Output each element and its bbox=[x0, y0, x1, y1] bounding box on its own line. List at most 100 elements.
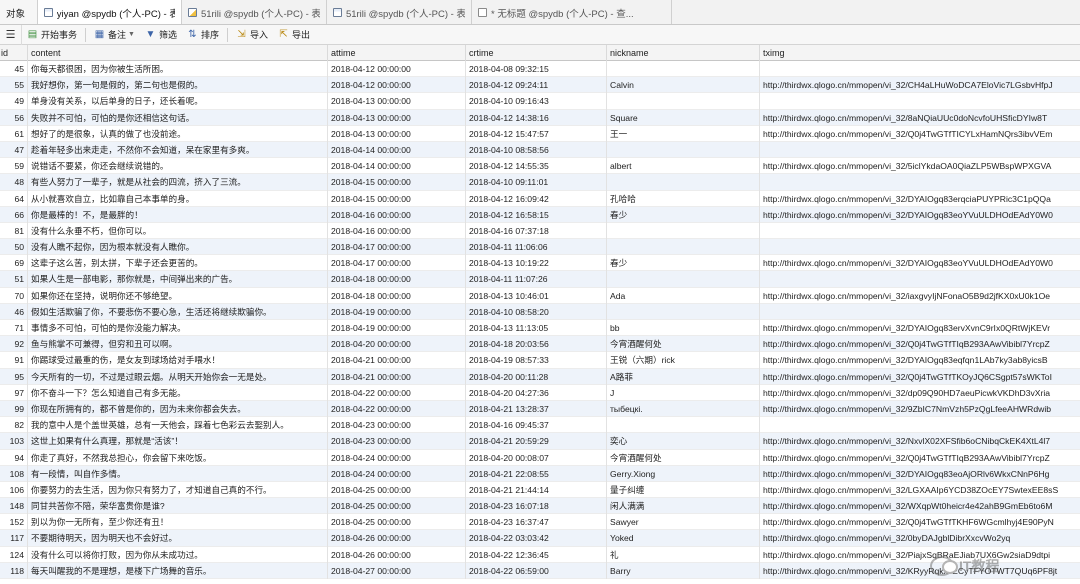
cell-crtime[interactable]: 2018-04-12 14:38:16 bbox=[466, 109, 607, 126]
cell-id[interactable]: 108 bbox=[0, 465, 28, 482]
cell-tximg[interactable]: http://thirdwx.qlogo.cn/mmopen/vi_32/DYA… bbox=[760, 191, 1080, 207]
cell-crtime[interactable]: 2018-04-11 11:06:06 bbox=[466, 239, 607, 256]
cell-id[interactable]: 47 bbox=[0, 141, 28, 159]
cell-id[interactable]: 70 bbox=[0, 287, 28, 304]
table-row[interactable]: 69 这辈子这么苦，别太拼，下辈子还会更苦的。 2018-04-17 00:00:0… bbox=[0, 255, 1080, 272]
cell-crtime[interactable]: 2018-04-23 16:07:18 bbox=[466, 498, 607, 515]
cell-tximg[interactable] bbox=[760, 304, 1080, 320]
cell-attime[interactable]: 2018-04-14 00:00:00 bbox=[328, 158, 466, 175]
cell-crtime[interactable]: 2018-04-20 00:08:07 bbox=[466, 449, 607, 466]
cell-crtime[interactable]: 2018-04-20 00:11:28 bbox=[466, 368, 607, 385]
cell-id[interactable]: 69 bbox=[0, 255, 28, 272]
cell-nickname[interactable] bbox=[607, 222, 760, 240]
table-row[interactable]: 64 从小就喜欢自立，比如靠自己本事单的身。 2018-04-15 00:00:00… bbox=[0, 190, 1080, 207]
cell-content[interactable]: 我的意中人是个盖世英雄，总有一天他会，踩着七色彩云去娶别人。 bbox=[28, 417, 328, 434]
table-row[interactable]: 99 你现在所拥有的，都不曾是你的，因为未来你都会失去。 2018-04-22 00… bbox=[0, 400, 1080, 418]
column-header-attime[interactable]: attime bbox=[328, 45, 466, 61]
table-row[interactable]: 66 你是最棒的！不，是最胖的！ 2018-04-16 00:00:00 2018-0… bbox=[0, 206, 1080, 223]
cell-attime[interactable]: 2018-04-16 00:00:00 bbox=[328, 206, 466, 223]
cell-nickname[interactable]: 王锐（六期）rick bbox=[607, 352, 760, 369]
cell-content[interactable]: 今天所有的一切，不过是过眼云烟。从明天开始你会一无是处。 bbox=[28, 368, 328, 385]
cell-content[interactable]: 这世上如果有什么真理，那就是“活该”！ bbox=[28, 433, 328, 450]
cell-id[interactable]: 117 bbox=[0, 530, 28, 547]
table-row[interactable]: 50 没有人瞧不起你，因为根本就没有人瞧你。 2018-04-17 00:00:00… bbox=[0, 239, 1080, 256]
cell-nickname[interactable] bbox=[607, 174, 760, 191]
cell-tximg[interactable] bbox=[760, 61, 1080, 77]
memo-button[interactable]: ▦ 备注 ▼ bbox=[89, 25, 140, 45]
cell-crtime[interactable]: 2018-04-21 20:59:29 bbox=[466, 433, 607, 450]
cell-attime[interactable]: 2018-04-13 00:00:00 bbox=[328, 93, 466, 110]
cell-nickname[interactable] bbox=[607, 417, 760, 434]
cell-tximg[interactable] bbox=[760, 142, 1080, 158]
cell-crtime[interactable]: 2018-04-21 22:08:55 bbox=[466, 465, 607, 482]
cell-attime[interactable]: 2018-04-25 00:00:00 bbox=[328, 514, 466, 531]
table-row[interactable]: 117 不要期待明天，因为明天也不会好过。 2018-04-26 00:00:00 2… bbox=[0, 530, 1080, 547]
cell-crtime[interactable]: 2018-04-12 15:47:57 bbox=[466, 125, 607, 142]
cell-crtime[interactable]: 2018-04-13 10:19:22 bbox=[466, 255, 607, 272]
cell-tximg[interactable]: http://thirdwx.qlogo.cn/mmopen/vi_32/Q0j… bbox=[760, 126, 1080, 142]
cell-attime[interactable]: 2018-04-13 00:00:00 bbox=[328, 109, 466, 126]
cell-tximg[interactable]: http://thirdwx.qlogo.cn/mmopen/vi_32/KRy… bbox=[760, 563, 1080, 579]
cell-id[interactable]: 66 bbox=[0, 206, 28, 223]
cell-tximg[interactable]: http://thirdwx.qlogo.cn/mmopen/vi_32/LGX… bbox=[760, 482, 1080, 498]
cell-nickname[interactable]: 奕心 bbox=[607, 433, 760, 450]
cell-content[interactable]: 没有什么可以将你打败，因为你从未成功过。 bbox=[28, 546, 328, 563]
cell-id[interactable]: 45 bbox=[0, 61, 28, 78]
cell-nickname[interactable] bbox=[607, 271, 760, 288]
tab-3[interactable]: 51rili @spydb (个人-PC) - 表 bbox=[327, 0, 472, 24]
table-row[interactable]: 124 没有什么可以将你打败，因为你从未成功过。 2018-04-26 00:00:… bbox=[0, 546, 1080, 563]
tab-objects[interactable]: 对象 bbox=[0, 0, 38, 24]
cell-id[interactable]: 148 bbox=[0, 498, 28, 515]
table-row[interactable]: 55 我好想你，第一句是假的，第二句也是假的。 2018-04-12 00:00:0… bbox=[0, 77, 1080, 94]
cell-tximg[interactable]: http://thirdwx.qlogo.cn/mmopen/vi_32/DYA… bbox=[760, 466, 1080, 482]
cell-tximg[interactable]: http://thirdwx.qlogo.cn/mmopen/vi_32/9Zb… bbox=[760, 401, 1080, 417]
cell-tximg[interactable]: http://thirdwx.qlogo.cn/mmopen/vi_32/dp0… bbox=[760, 385, 1080, 401]
cell-nickname[interactable]: J bbox=[607, 384, 760, 401]
cell-attime[interactable]: 2018-04-21 00:00:00 bbox=[328, 352, 466, 369]
cell-content[interactable]: 如果人生是一部电影，那你就是，中间弹出来的广告。 bbox=[28, 271, 328, 288]
cell-nickname[interactable]: Barry bbox=[607, 562, 760, 579]
table-row[interactable]: 61 想好了的是很象，认真的做了也没前途。 2018-04-13 00:00:00 2… bbox=[0, 125, 1080, 142]
cell-tximg[interactable] bbox=[760, 239, 1080, 255]
table-row[interactable]: 49 单身没有关系，以后单身的日子，还长着呢。 2018-04-13 00:00:0… bbox=[0, 93, 1080, 110]
cell-nickname[interactable]: 闲人满满 bbox=[607, 498, 760, 515]
cell-nickname[interactable]: Sawyer bbox=[607, 514, 760, 531]
cell-nickname[interactable]: 量子纠缠 bbox=[607, 481, 760, 499]
cell-content[interactable]: 你是最棒的！不，是最胖的！ bbox=[28, 206, 328, 223]
cell-content[interactable]: 你不奋斗一下？怎么知道自己有多无能。 bbox=[28, 384, 328, 401]
cell-nickname[interactable]: 礼 bbox=[607, 546, 760, 563]
cell-crtime[interactable]: 2018-04-23 16:37:47 bbox=[466, 514, 607, 531]
column-header-content[interactable]: content bbox=[28, 45, 328, 61]
cell-attime[interactable]: 2018-04-27 00:00:00 bbox=[328, 562, 466, 579]
cell-attime[interactable]: 2018-04-18 00:00:00 bbox=[328, 271, 466, 288]
column-header-tximg[interactable]: tximg bbox=[760, 45, 1080, 61]
cell-id[interactable]: 49 bbox=[0, 93, 28, 110]
cell-tximg[interactable]: http://thirdwx.qlogo.cn/mmopen/vi_32/8aN… bbox=[760, 110, 1080, 126]
cell-content[interactable]: 有些人努力了一辈子，就是从社会的四流，挤入了三流。 bbox=[28, 174, 328, 191]
tab-1[interactable]: yiyan @spydb (个人-PC) - 表 bbox=[38, 0, 182, 24]
cell-attime[interactable]: 2018-04-18 00:00:00 bbox=[328, 287, 466, 304]
cell-nickname[interactable]: Square bbox=[607, 109, 760, 126]
cell-crtime[interactable]: 2018-04-10 09:16:43 bbox=[466, 93, 607, 110]
column-header-crtime[interactable]: crtime bbox=[466, 45, 607, 61]
cell-nickname[interactable]: Ada bbox=[607, 287, 760, 304]
cell-attime[interactable]: 2018-04-16 00:00:00 bbox=[328, 222, 466, 240]
cell-tximg[interactable]: http://thirdwx.qlogo.cn/mmopen/vi_32/DYA… bbox=[760, 320, 1080, 336]
cell-nickname[interactable]: 今宵酒醒何处 bbox=[607, 336, 760, 353]
cell-content[interactable]: 有一段情，叫自作多情。 bbox=[28, 465, 328, 482]
cell-tximg[interactable]: http://thirdwx.qlogo.cn/mmopen/vi_32/0by… bbox=[760, 530, 1080, 546]
cell-tximg[interactable]: http://thirdwx.qlogo.cn/mmopen/vi_32/Pia… bbox=[760, 547, 1080, 563]
cell-nickname[interactable] bbox=[607, 61, 760, 78]
cell-crtime[interactable]: 2018-04-10 08:58:20 bbox=[466, 303, 607, 320]
cell-crtime[interactable]: 2018-04-10 09:11:01 bbox=[466, 174, 607, 191]
table-row[interactable]: 51 如果人生是一部电影，那你就是，中间弹出来的广告。 2018-04-18 00:… bbox=[0, 271, 1080, 288]
begin-transaction-button[interactable]: ▤ 开始事务 bbox=[22, 25, 82, 45]
cell-id[interactable]: 152 bbox=[0, 514, 28, 531]
cell-content[interactable]: 失败并不可怕，可怕的是你还相信这句话。 bbox=[28, 109, 328, 126]
cell-attime[interactable]: 2018-04-13 00:00:00 bbox=[328, 125, 466, 142]
cell-content[interactable]: 我好想你，第一句是假的，第二句也是假的。 bbox=[28, 77, 328, 94]
cell-tximg[interactable]: http://thirdwx.qlogo.cn/mmopen/vi_32/Q0j… bbox=[760, 369, 1080, 385]
cell-id[interactable]: 124 bbox=[0, 546, 28, 563]
cell-content[interactable]: 你走了真好，不然我总担心，你会留下来吃饭。 bbox=[28, 449, 328, 466]
cell-attime[interactable]: 2018-04-25 00:00:00 bbox=[328, 498, 466, 515]
